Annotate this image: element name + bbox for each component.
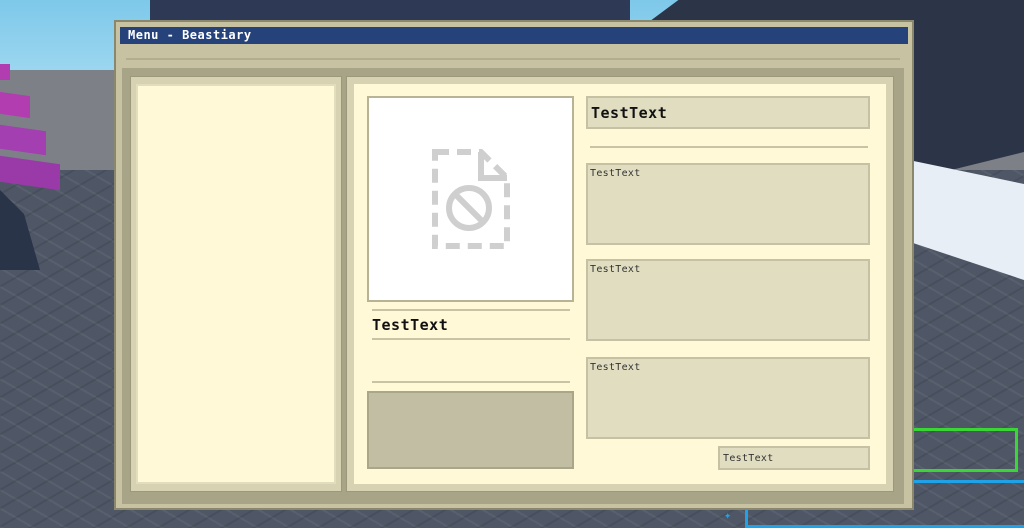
header-divider <box>590 146 868 148</box>
hud-marker-icon: ✦ <box>724 508 732 522</box>
creature-footer: TestText <box>718 446 870 470</box>
window-title: Menu - Beastiary <box>120 27 908 44</box>
name-divider-bottom <box>372 338 570 340</box>
creature-image <box>367 96 574 302</box>
creature-name: TestText <box>372 316 449 334</box>
title-divider <box>126 58 900 60</box>
scene-pink-part <box>0 91 30 119</box>
creature-field-3: TestText <box>586 357 870 439</box>
creature-field-1: TestText <box>586 163 870 245</box>
entry-list[interactable] <box>136 84 336 484</box>
name-divider-top <box>372 309 570 311</box>
creature-field-2: TestText <box>586 259 870 341</box>
scene-pink-part <box>0 64 10 80</box>
broken-image-icon <box>432 149 510 249</box>
scene-structure-top <box>150 0 630 20</box>
creature-stats-box <box>367 391 574 469</box>
swatch-divider <box>372 381 570 383</box>
creature-header: TestText <box>586 96 870 129</box>
hud-green-frame <box>905 428 1018 472</box>
